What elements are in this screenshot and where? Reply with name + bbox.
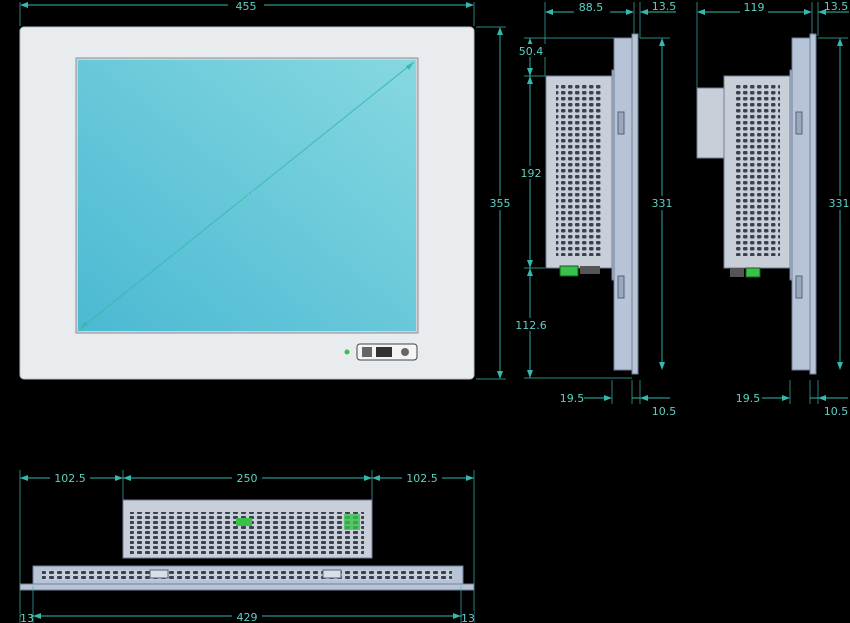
side2-bezel <box>809 33 817 375</box>
arrow <box>782 395 790 401</box>
side1-top-offset-label: 50.4 <box>519 45 544 58</box>
side1-enclosure-height-label: 192 <box>521 167 542 180</box>
bottom-enclosure-width-label: 250 <box>237 472 258 485</box>
side1-clip <box>617 275 625 299</box>
side2-bezel-label: 13.5 <box>824 0 849 13</box>
arrow <box>659 362 665 370</box>
arrow <box>372 475 380 481</box>
side1-clip <box>617 111 625 135</box>
arrow <box>545 9 553 15</box>
arrow <box>804 9 812 15</box>
arrow <box>818 395 826 401</box>
arrow <box>466 475 474 481</box>
bottom-left-edge-label: 13 <box>20 612 34 623</box>
side1-depth-label: 88.5 <box>579 1 604 14</box>
side1-bezel <box>631 33 639 375</box>
side1-vent-grille <box>556 84 602 256</box>
front-view: 455 17" 355 <box>19 0 512 380</box>
arrow <box>466 2 474 8</box>
arrow <box>604 395 612 401</box>
side2-thickness-label: 10.5 <box>824 405 849 418</box>
side2-clip <box>795 275 803 299</box>
side-view-1: 88.5 13.5 50.4 192 112.6 331 19.5 10.5 <box>514 0 676 418</box>
arrow <box>20 2 28 8</box>
bottom-clip <box>149 569 169 579</box>
button-icon[interactable] <box>401 348 409 356</box>
side2-connector <box>730 268 744 277</box>
arrow <box>837 38 843 46</box>
side1-height-label: 331 <box>652 197 673 210</box>
side2-bracket-label: 19.5 <box>736 392 761 405</box>
arrow <box>697 9 705 15</box>
arrow <box>123 475 131 481</box>
arrow <box>527 268 533 276</box>
bottom-bezel <box>19 583 475 591</box>
technical-drawing: 455 17" 355 88.5 13.5 50.4 192 112.6 331… <box>19 0 850 623</box>
side-view-2: 119 13.5 331 19.5 10.5 <box>696 0 850 418</box>
arrow <box>453 613 461 619</box>
side2-connector <box>745 267 761 278</box>
front-width-label: 455 <box>236 0 257 13</box>
side2-panel-edge <box>791 37 811 371</box>
side2-depth-label: 119 <box>744 1 765 14</box>
side2-vent-grille <box>734 84 780 256</box>
arrow <box>640 9 648 15</box>
bottom-clip <box>322 569 342 579</box>
power-led <box>344 349 350 355</box>
arrow <box>497 371 503 379</box>
arrow <box>659 38 665 46</box>
side1-bezel-label: 13.5 <box>652 0 677 13</box>
arrow <box>20 475 28 481</box>
side1-connector <box>580 266 600 274</box>
arrow <box>640 395 648 401</box>
bottom-edge-vents <box>42 570 452 580</box>
arrow <box>527 260 533 268</box>
bottom-connector <box>236 518 252 526</box>
arrow <box>837 362 843 370</box>
side1-bracket-label: 19.5 <box>560 392 585 405</box>
side1-thickness-label: 10.5 <box>652 405 677 418</box>
bottom-right-margin-label: 102.5 <box>406 472 438 485</box>
arrow <box>527 76 533 84</box>
bottom-connector <box>344 514 360 530</box>
side1-connector <box>559 265 579 277</box>
arrow <box>364 475 372 481</box>
arrow <box>33 613 41 619</box>
bottom-view: 102.5 250 102.5 13 429 13 <box>19 470 475 623</box>
button-icon[interactable] <box>376 347 392 357</box>
bottom-right-edge-label: 13 <box>461 612 475 623</box>
button-icon[interactable] <box>362 347 372 357</box>
side1-bottom-offset-label: 112.6 <box>515 319 547 332</box>
arrow <box>115 475 123 481</box>
bottom-total-width-label: 429 <box>237 611 258 623</box>
side1-panel-edge <box>613 37 633 371</box>
arrow <box>497 27 503 35</box>
front-height-label: 355 <box>490 197 511 210</box>
side2-psu-module <box>696 87 726 159</box>
side2-height-label: 331 <box>829 197 850 210</box>
side2-clip <box>795 111 803 135</box>
arrow <box>527 370 533 378</box>
arrow <box>626 9 634 15</box>
arrow <box>527 68 533 76</box>
bottom-left-margin-label: 102.5 <box>54 472 86 485</box>
